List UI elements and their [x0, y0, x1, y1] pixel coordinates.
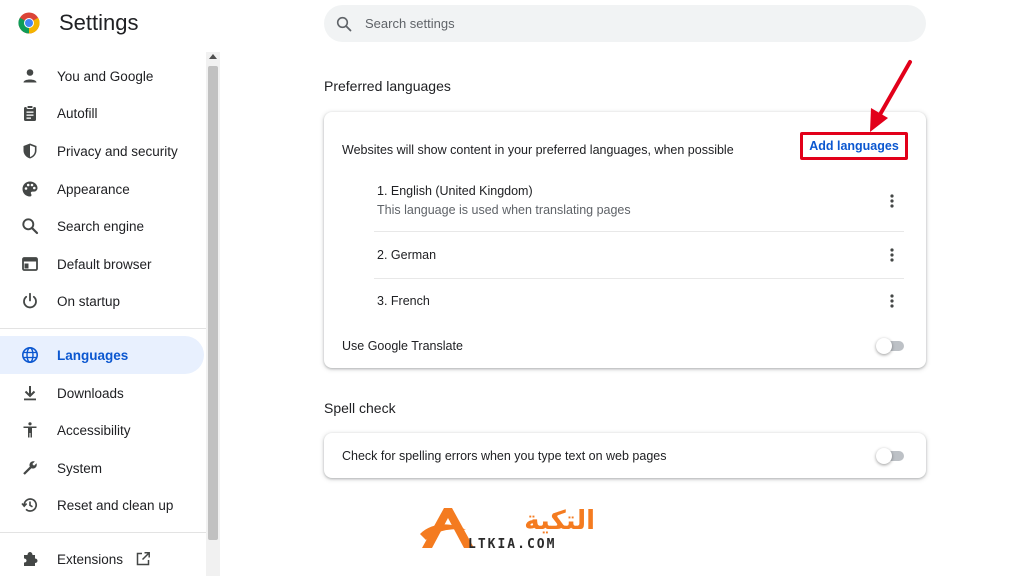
add-languages-button[interactable]: Add languages — [800, 132, 908, 160]
shield-icon — [20, 141, 40, 161]
palette-icon — [20, 179, 40, 199]
sidebar-item-default-browser[interactable]: Default browser — [0, 245, 204, 283]
language-item-french: 3. French — [377, 294, 430, 308]
sidebar-item-you-and-google[interactable]: You and Google — [0, 57, 204, 95]
sidebar-item-label: Autofill — [57, 105, 98, 121]
clipboard-icon — [20, 103, 40, 123]
watermark-logo: التكية LTKIA.COM — [420, 506, 595, 552]
search-icon — [20, 216, 40, 236]
sidebar-item-label: Downloads — [57, 385, 124, 401]
language-item-german: 2. German — [377, 248, 437, 262]
section-title-spell-check: Spell check — [324, 400, 396, 416]
sidebar-item-accessibility[interactable]: Accessibility — [0, 411, 204, 449]
watermark-arabic-text: التكية — [524, 506, 595, 536]
section-title-preferred-languages: Preferred languages — [324, 78, 451, 94]
search-input[interactable] — [365, 16, 865, 31]
language-divider — [374, 278, 904, 279]
browser-icon — [20, 254, 40, 274]
search-bar[interactable] — [324, 5, 926, 42]
chrome-logo-icon — [18, 12, 40, 34]
download-icon — [20, 383, 40, 403]
person-icon — [20, 66, 40, 86]
sidebar-item-label: You and Google — [57, 68, 154, 84]
sidebar-divider — [0, 328, 206, 329]
google-translate-label: Use Google Translate — [342, 339, 463, 353]
scroll-up-arrow-icon[interactable] — [209, 54, 217, 59]
sidebar-item-downloads[interactable]: Downloads — [0, 374, 204, 412]
more-options-icon[interactable] — [882, 291, 902, 311]
sidebar-item-label: Extensions — [57, 551, 124, 567]
sidebar-item-system[interactable]: System — [0, 449, 204, 487]
open-in-new-icon[interactable] — [135, 551, 151, 567]
more-options-icon[interactable] — [882, 191, 902, 211]
sidebar-item-reset-and-clean-up[interactable]: Reset and clean up — [0, 486, 204, 524]
globe-icon — [20, 345, 40, 365]
languages-description: Websites will show content in your prefe… — [342, 143, 734, 157]
sidebar-item-label: Reset and clean up — [57, 497, 174, 513]
sidebar-item-label: Search engine — [57, 218, 145, 234]
annotation-arrow-icon — [870, 60, 912, 132]
scrollbar-thumb[interactable] — [208, 66, 218, 540]
app-title: Settings — [59, 10, 139, 35]
power-icon — [20, 291, 40, 311]
toggle-knob — [876, 448, 892, 464]
sidebar-item-search-engine[interactable]: Search engine — [0, 207, 204, 245]
sidebar-divider — [0, 532, 206, 533]
sidebar-item-label: System — [57, 460, 103, 476]
sidebar: You and Google Autofill Privacy and secu… — [0, 52, 206, 576]
toggle-knob — [876, 338, 892, 354]
search-icon — [336, 16, 352, 32]
more-options-icon[interactable] — [882, 245, 902, 265]
sidebar-item-label: Accessibility — [57, 422, 131, 438]
history-icon — [20, 495, 40, 515]
language-divider — [374, 231, 904, 232]
sidebar-item-label: Languages — [57, 347, 129, 363]
spell-check-toggle[interactable] — [876, 448, 906, 464]
sidebar-item-label: Appearance — [57, 181, 130, 197]
spell-check-label: Check for spelling errors when you type … — [342, 449, 667, 463]
sidebar-item-label: Privacy and security — [57, 143, 178, 159]
sidebar-item-on-startup[interactable]: On startup — [0, 282, 204, 320]
watermark-latin-text: LTKIA.COM — [468, 537, 556, 552]
sidebar-item-label: On startup — [57, 293, 121, 309]
wrench-icon — [20, 458, 40, 478]
sidebar-item-extensions[interactable]: Extensions — [0, 540, 204, 576]
google-translate-toggle[interactable] — [876, 338, 906, 354]
sidebar-item-languages[interactable]: Languages — [0, 336, 204, 374]
accessibility-icon — [20, 420, 40, 440]
sidebar-item-appearance[interactable]: Appearance — [0, 170, 204, 208]
sidebar-item-autofill[interactable]: Autofill — [0, 94, 204, 132]
sidebar-item-label: Default browser — [57, 256, 152, 272]
sidebar-item-privacy-and-security[interactable]: Privacy and security — [0, 132, 204, 170]
language-item-english: 1. English (United Kingdom) — [377, 184, 533, 198]
puzzle-icon — [20, 549, 40, 569]
language-item-note: This language is used when translating p… — [377, 203, 631, 217]
